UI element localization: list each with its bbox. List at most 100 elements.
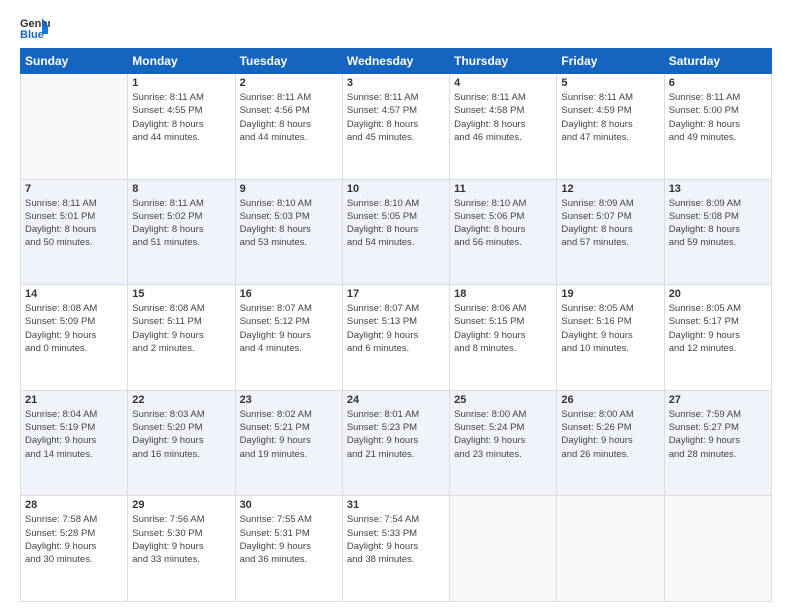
calendar-cell: 9 Sunrise: 8:10 AM Sunset: 5:03 PM Daylig… [235,179,342,285]
calendar-row: 14Sunrise: 8:08 AM Sunset: 5:09 PM Dayli… [21,285,772,391]
calendar-cell [664,496,771,602]
day-number: 12 [561,183,659,195]
day-info: Sunrise: 8:11 AM Sunset: 4:58 PM Dayligh… [454,91,552,144]
day-number: 3 [347,77,445,89]
calendar-cell: 28 Sunrise: 7:58 AM Sunset: 5:28 PM Dayli… [21,496,128,602]
svg-text:Blue: Blue [20,29,44,40]
day-number: 16 [240,288,338,300]
day-number: 5 [561,77,659,89]
page: General Blue SundayMondayTuesdayWednesda… [0,0,792,612]
day-info: Sunrise: 8:10 AM Sunset: 5:03 PM Dayligh… [240,197,338,250]
header: General Blue [20,16,772,40]
day-info: Sunrise: 8:10 AM Sunset: 5:05 PM Dayligh… [347,197,445,250]
day-info: Sunrise: 8:11 AM Sunset: 5:02 PM Dayligh… [132,197,230,250]
day-number: 18 [454,288,552,300]
day-number: 8 [132,183,230,195]
calendar-cell: 15 Sunrise: 8:08 AM Sunset: 5:11 PM Dayli… [128,285,235,391]
calendar-cell: 5 Sunrise: 8:11 AM Sunset: 4:59 PM Daylig… [557,74,664,180]
day-info: Sunrise: 8:11 AM Sunset: 4:55 PM Dayligh… [132,91,230,144]
day-info: Sunrise: 7:59 AM Sunset: 5:27 PM Dayligh… [669,408,767,461]
calendar-cell: 20Sunrise: 8:05 AM Sunset: 5:17 PM Dayli… [664,285,771,391]
calendar-header-monday: Monday [128,49,235,74]
day-info: Sunrise: 8:08 AM Sunset: 5:11 PM Dayligh… [132,302,230,355]
day-info: Sunrise: 8:00 AM Sunset: 5:24 PM Dayligh… [454,408,552,461]
day-info: Sunrise: 8:11 AM Sunset: 4:59 PM Dayligh… [561,91,659,144]
calendar-cell: 18 Sunrise: 8:06 AM Sunset: 5:15 PM Dayli… [450,285,557,391]
day-info: Sunrise: 7:54 AM Sunset: 5:33 PM Dayligh… [347,513,445,566]
day-info: Sunrise: 8:10 AM Sunset: 5:06 PM Dayligh… [454,197,552,250]
day-number: 19 [561,288,659,300]
calendar-cell: 30 Sunrise: 7:55 AM Sunset: 5:31 PM Dayli… [235,496,342,602]
calendar-table: SundayMondayTuesdayWednesdayThursdayFrid… [20,48,772,602]
day-info: Sunrise: 8:06 AM Sunset: 5:15 PM Dayligh… [454,302,552,355]
day-number: 22 [132,394,230,406]
day-info: Sunrise: 8:07 AM Sunset: 5:12 PM Dayligh… [240,302,338,355]
day-number: 25 [454,394,552,406]
day-number: 27 [669,394,767,406]
day-info: Sunrise: 8:09 AM Sunset: 5:07 PM Dayligh… [561,197,659,250]
day-info: Sunrise: 8:09 AM Sunset: 5:08 PM Dayligh… [669,197,767,250]
day-number: 15 [132,288,230,300]
day-number: 10 [347,183,445,195]
day-number: 31 [347,499,445,511]
calendar-header-friday: Friday [557,49,664,74]
calendar-cell: 27 Sunrise: 7:59 AM Sunset: 5:27 PM Dayli… [664,390,771,496]
calendar-cell: 21 Sunrise: 8:04 AM Sunset: 5:19 PM Dayli… [21,390,128,496]
calendar-row: 21 Sunrise: 8:04 AM Sunset: 5:19 PM Dayli… [21,390,772,496]
day-info: Sunrise: 7:55 AM Sunset: 5:31 PM Dayligh… [240,513,338,566]
day-info: Sunrise: 8:02 AM Sunset: 5:21 PM Dayligh… [240,408,338,461]
day-info: Sunrise: 8:11 AM Sunset: 5:01 PM Dayligh… [25,197,123,250]
calendar-cell: 1 Sunrise: 8:11 AM Sunset: 4:55 PM Daylig… [128,74,235,180]
day-number: 7 [25,183,123,195]
day-number: 17 [347,288,445,300]
day-number: 30 [240,499,338,511]
calendar-row: 1 Sunrise: 8:11 AM Sunset: 4:55 PM Daylig… [21,74,772,180]
day-info: Sunrise: 8:03 AM Sunset: 5:20 PM Dayligh… [132,408,230,461]
day-number: 2 [240,77,338,89]
day-info: Sunrise: 8:07 AM Sunset: 5:13 PM Dayligh… [347,302,445,355]
calendar-cell: 22 Sunrise: 8:03 AM Sunset: 5:20 PM Dayli… [128,390,235,496]
calendar-cell: 29 Sunrise: 7:56 AM Sunset: 5:30 PM Dayli… [128,496,235,602]
calendar-header-saturday: Saturday [664,49,771,74]
day-info: Sunrise: 7:56 AM Sunset: 5:30 PM Dayligh… [132,513,230,566]
calendar-cell: 11 Sunrise: 8:10 AM Sunset: 5:06 PM Dayli… [450,179,557,285]
day-info: Sunrise: 8:04 AM Sunset: 5:19 PM Dayligh… [25,408,123,461]
day-number: 23 [240,394,338,406]
calendar-cell: 12 Sunrise: 8:09 AM Sunset: 5:07 PM Dayli… [557,179,664,285]
calendar-cell [450,496,557,602]
day-number: 6 [669,77,767,89]
calendar-header-row: SundayMondayTuesdayWednesdayThursdayFrid… [21,49,772,74]
day-info: Sunrise: 7:58 AM Sunset: 5:28 PM Dayligh… [25,513,123,566]
calendar-cell: 2Sunrise: 8:11 AM Sunset: 4:56 PM Daylig… [235,74,342,180]
calendar-cell: 31 Sunrise: 7:54 AM Sunset: 5:33 PM Dayli… [342,496,449,602]
day-info: Sunrise: 8:05 AM Sunset: 5:16 PM Dayligh… [561,302,659,355]
calendar-cell: 6Sunrise: 8:11 AM Sunset: 5:00 PM Daylig… [664,74,771,180]
calendar-cell [557,496,664,602]
day-number: 28 [25,499,123,511]
day-info: Sunrise: 8:01 AM Sunset: 5:23 PM Dayligh… [347,408,445,461]
logo: General Blue [20,16,50,40]
calendar-cell: 17 Sunrise: 8:07 AM Sunset: 5:13 PM Dayli… [342,285,449,391]
day-info: Sunrise: 8:11 AM Sunset: 4:57 PM Dayligh… [347,91,445,144]
calendar-cell: 4 Sunrise: 8:11 AM Sunset: 4:58 PM Daylig… [450,74,557,180]
day-number: 1 [132,77,230,89]
day-number: 11 [454,183,552,195]
day-number: 9 [240,183,338,195]
day-number: 29 [132,499,230,511]
calendar-cell: 13 Sunrise: 8:09 AM Sunset: 5:08 PM Dayli… [664,179,771,285]
day-number: 21 [25,394,123,406]
calendar-header-tuesday: Tuesday [235,49,342,74]
day-number: 24 [347,394,445,406]
calendar-header-sunday: Sunday [21,49,128,74]
calendar-cell: 3 Sunrise: 8:11 AM Sunset: 4:57 PM Daylig… [342,74,449,180]
day-info: Sunrise: 8:00 AM Sunset: 5:26 PM Dayligh… [561,408,659,461]
day-number: 4 [454,77,552,89]
day-number: 14 [25,288,123,300]
day-number: 13 [669,183,767,195]
calendar-cell: 25 Sunrise: 8:00 AM Sunset: 5:24 PM Dayli… [450,390,557,496]
calendar-cell: 26Sunrise: 8:00 AM Sunset: 5:26 PM Dayli… [557,390,664,496]
logo-icon: General Blue [20,16,50,40]
calendar-cell [21,74,128,180]
calendar-cell: 23 Sunrise: 8:02 AM Sunset: 5:21 PM Dayli… [235,390,342,496]
calendar-header-wednesday: Wednesday [342,49,449,74]
